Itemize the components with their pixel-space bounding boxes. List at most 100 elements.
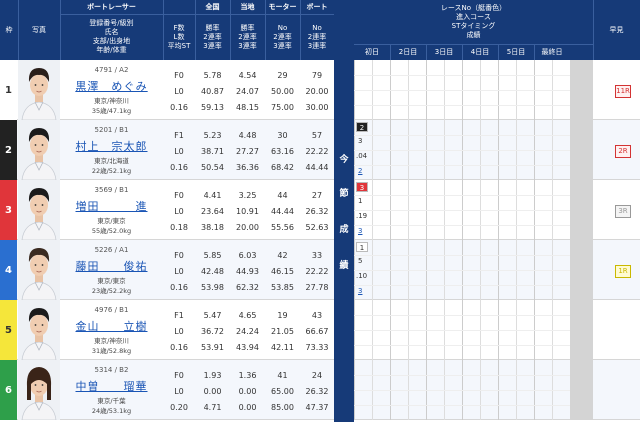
motor-rates: 30 63.16 68.42 xyxy=(271,131,294,172)
mid-label-2: 節 xyxy=(339,189,349,199)
spacer-column xyxy=(570,60,593,120)
racer-photo-frame xyxy=(18,300,60,360)
racer-photo xyxy=(18,120,60,180)
touchi-header: 当地 xyxy=(240,2,255,11)
result-course: 3 xyxy=(358,137,363,145)
zenkoku-rates: 4.41 23.64 38.18 xyxy=(201,191,224,232)
racer-info: 3569 / B1 増田 進 東京/東京 55歳/52.0kg xyxy=(60,180,163,240)
race-card: 枠 写真 ボートレーサー 登録番号/級別 氏名 支部/出身地 年齢/体重 F数 … xyxy=(0,0,640,422)
motor-rates: 19 21.05 42.11 xyxy=(271,311,294,352)
racer-photo-frame xyxy=(18,120,60,180)
day-header-2: 2日目 xyxy=(398,48,418,56)
racer-reg-class: 5226 / A1 xyxy=(94,246,129,254)
result-course: 1 xyxy=(358,197,363,205)
motor-header: モーター xyxy=(268,2,297,11)
results-grid xyxy=(354,360,570,420)
racer-branch: 東京/東京 xyxy=(97,277,126,285)
day-header-6: 最終日 xyxy=(541,48,563,56)
zenkoku-rates: 5.47 36.72 53.91 xyxy=(201,311,224,352)
boat-rates: 33 22.22 27.78 xyxy=(305,251,329,292)
racer-row-2: 2 5201 / B1 村上 宗太郎 東京/北海道 22歳/52.1kg F1 … xyxy=(0,120,334,180)
motor-rates: 41 65.00 85.00 xyxy=(271,371,294,412)
photo-header: 写真 xyxy=(32,25,46,34)
racer-reg-class: 5314 / B2 xyxy=(94,366,129,374)
waku-number: 1 xyxy=(0,60,17,120)
result-st: .10 xyxy=(356,272,368,280)
racer-info-header: 登録番号/級別 氏名 支部/出身地 年齢/体重 xyxy=(89,19,134,54)
touchi-rates: 4.54 24.07 48.15 xyxy=(236,71,259,112)
result-race-no: 2 xyxy=(356,122,368,132)
spacer-column xyxy=(570,300,593,360)
boat-racer-header: ボートレーサー xyxy=(87,2,136,11)
result-rank-link[interactable]: 3 xyxy=(358,227,362,235)
results-row-3: 3 1 .19 3 3R xyxy=(354,180,640,240)
racer-name-link[interactable]: 増田 進 xyxy=(60,198,163,214)
result-rank-link[interactable]: 2 xyxy=(358,167,362,175)
boat-rates: 43 66.67 73.33 xyxy=(305,311,329,352)
waku-header: 枠 xyxy=(5,25,13,34)
racer-name-link[interactable]: 藤田 俊祐 xyxy=(60,258,163,274)
racer-table-header: 枠 写真 ボートレーサー 登録番号/級別 氏名 支部/出身地 年齢/体重 F数 … xyxy=(0,0,334,60)
day-header-5: 5日目 xyxy=(506,48,526,56)
racer-row-4: 4 5226 / A1 藤田 俊祐 東京/東京 23歳/52.2kg F0 L0… xyxy=(0,240,334,300)
zenkoku-header: 全国 xyxy=(205,2,220,11)
day-header-1: 初日 xyxy=(365,48,379,56)
racer-branch: 東京/千葉 xyxy=(97,397,126,405)
day-header-4: 4日目 xyxy=(470,48,490,56)
hayami-badge[interactable]: 3R xyxy=(615,205,631,218)
touchi-rates: 4.65 24.24 43.94 xyxy=(236,311,259,352)
f-l-st: F1 L0 0.16 xyxy=(170,131,188,172)
results-grid xyxy=(354,180,570,240)
f-l-st-header: F数 L数 平均ST xyxy=(167,23,191,50)
waku-number: 2 xyxy=(0,120,17,180)
racer-photo xyxy=(18,240,60,300)
boat-rates: 57 22.22 44.44 xyxy=(305,131,329,172)
waku-number: 3 xyxy=(0,180,17,240)
racer-name-link[interactable]: 黒澤 めぐみ xyxy=(60,78,163,94)
boat-rate-header: No 2連率 3連率 xyxy=(307,23,327,50)
results-grid xyxy=(354,120,570,180)
boat-rates: 27 26.32 52.63 xyxy=(305,191,329,232)
racer-photo xyxy=(18,300,60,360)
racer-info: 5201 / B1 村上 宗太郎 東京/北海道 22歳/52.1kg xyxy=(60,120,163,180)
touchi-rates: 4.48 27.27 36.36 xyxy=(236,131,259,172)
racer-photo xyxy=(18,360,60,420)
racer-branch: 東京/北海道 xyxy=(94,157,129,165)
racer-name-link[interactable]: 中曽 瑠華 xyxy=(60,378,163,394)
racer-info: 4976 / B1 金山 立樹 東京/神奈川 31歳/52.8kg xyxy=(60,300,163,360)
zenkoku-rates: 1.93 0.00 4.71 xyxy=(203,371,222,412)
motor-rates: 29 50.00 75.00 xyxy=(271,71,294,112)
result-rank-link[interactable]: 3 xyxy=(358,287,362,295)
waku-number: 6 xyxy=(0,360,17,420)
racer-row-1: 1 4791 / A2 黒澤 めぐみ 東京/神奈川 35歳/47.1kg F0 … xyxy=(0,60,334,120)
boat-rates: 24 26.32 47.37 xyxy=(305,371,329,412)
spacer-column xyxy=(570,240,593,300)
hayami-badge[interactable]: 1R xyxy=(615,265,631,278)
f-l-st: F0 L0 0.16 xyxy=(170,251,188,292)
results-grid xyxy=(354,240,570,300)
racer-info: 4791 / A2 黒澤 めぐみ 東京/神奈川 35歳/47.1kg xyxy=(60,60,163,120)
f-l-st: F0 L0 0.16 xyxy=(170,71,188,112)
racer-row-6: 6 5314 / B2 中曽 瑠華 東京/千葉 24歳/53.1kg F0 L0… xyxy=(0,360,334,420)
racer-reg-class: 5201 / B1 xyxy=(94,126,129,134)
racer-info: 5226 / A1 藤田 俊祐 東京/東京 23歳/52.2kg xyxy=(60,240,163,300)
results-row-2: 2 3 .04 2 2R xyxy=(354,120,640,180)
racer-info: 5314 / B2 中曽 瑠華 東京/千葉 24歳/53.1kg xyxy=(60,360,163,420)
hayami-badge[interactable]: 11R xyxy=(615,85,631,98)
racer-branch: 東京/東京 xyxy=(97,217,126,225)
mid-label-3: 成 xyxy=(339,225,349,235)
racer-row-5: 5 4976 / B1 金山 立樹 東京/神奈川 31歳/52.8kg F1 L… xyxy=(0,300,334,360)
results-header: レースNo（艇番色） 進入コース STタイミング 成績 初日 2日目 3日目 4日目 5… xyxy=(354,0,640,60)
racer-reg-class: 3569 / B1 xyxy=(94,186,129,194)
spacer-column xyxy=(570,360,593,420)
racer-name-link[interactable]: 村上 宗太郎 xyxy=(60,138,163,154)
racer-name-link[interactable]: 金山 立樹 xyxy=(60,318,163,334)
f-l-st: F1 L0 0.16 xyxy=(170,311,188,352)
racer-reg-class: 4976 / B1 xyxy=(94,306,129,314)
hayami-badge[interactable]: 2R xyxy=(615,145,631,158)
results-grid xyxy=(354,60,570,120)
f-l-st: F0 L0 0.18 xyxy=(170,191,188,232)
waku-number: 5 xyxy=(0,300,17,360)
racer-age-weight: 35歳/47.1kg xyxy=(91,107,132,115)
results-row-5 xyxy=(354,300,640,360)
